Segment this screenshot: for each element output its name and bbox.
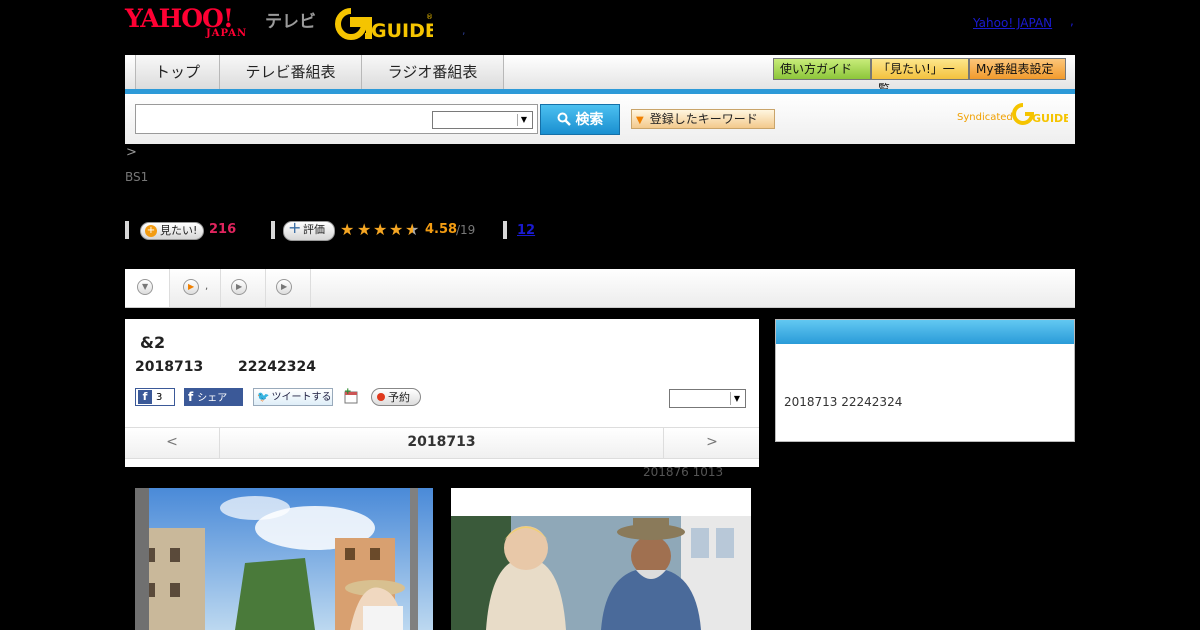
global-nav: トップ テレビ番組表 ラジオ番組表 使い方ガイド 「見たい!」一覧 My番組表設… [125, 55, 1075, 96]
tab-2[interactable]: ▶ , [170, 269, 221, 307]
header-link-separator: , [1070, 14, 1074, 28]
prev-date-button[interactable]: < [125, 428, 220, 458]
plus-icon: + [288, 218, 302, 237]
play-down-icon: ▼ [137, 279, 153, 295]
program-photo-2[interactable] [451, 488, 751, 630]
mitai-label: 見たい! [160, 224, 198, 237]
chevron-down-icon: ▼ [730, 392, 743, 405]
yahoo-japan-link[interactable]: Yahoo! JAPAN [973, 16, 1052, 30]
current-date: 2018713 [407, 434, 476, 450]
stat-divider [503, 221, 507, 239]
half-star-icon: ★ [405, 222, 413, 238]
facebook-like-button[interactable]: f3 [135, 388, 175, 406]
facebook-icon: f [188, 390, 194, 404]
rating-button[interactable]: + 評価 [283, 218, 335, 241]
star-icon: ★ [389, 220, 404, 239]
breadcrumb[interactable]: > [126, 145, 137, 160]
triangle-down-icon: ▼ [636, 115, 644, 126]
star-icon: ★ [373, 220, 388, 239]
content-tabs: ▼ ▶ , ▶ ▶ [125, 269, 1075, 308]
facebook-like-count: 3 [156, 392, 163, 403]
play-icon: ▶ [276, 279, 292, 295]
gguide-logo-text: GUIDE [371, 20, 433, 40]
side-panel-text: 2018713 22242324 [784, 395, 903, 409]
update-timestamp: 201876 1013 [643, 465, 724, 479]
play-icon: ▶ [231, 279, 247, 295]
search-area: ▼ 検索 ▼ 登録したキーワード Syndicated GUIDE [125, 94, 1075, 144]
star-icon: ★ [340, 220, 355, 239]
facebook-share-label: シェア [197, 393, 228, 404]
rating-value: 4.58 [425, 222, 458, 237]
usage-guide-button[interactable]: 使い方ガイド [773, 58, 871, 80]
tab-4[interactable]: ▶ [266, 269, 311, 307]
search-button-label: 検索 [575, 112, 604, 128]
tv-logo-text[interactable]: テレビ [265, 7, 316, 32]
saved-keywords-label: 登録したキーワード [649, 112, 758, 126]
yahoo-logo-japan: JAPAN [206, 28, 248, 39]
syndicated-gguide-logo: GUIDE [1012, 102, 1071, 126]
watchlist-button[interactable]: 「見たい!」一覧 [871, 58, 969, 96]
nav-tab-top[interactable]: トップ [136, 55, 220, 89]
channel-name: BS1 [125, 170, 149, 184]
program-photo-1[interactable] [135, 488, 433, 630]
stat-divider [271, 221, 275, 239]
plus-icon: + [145, 225, 157, 237]
program-info-panel: &2 2018713 22242324 f3 f シェア 🐦 ツイートする + 予約… [125, 319, 759, 467]
gguide-logo[interactable]: GUIDE ® [335, 8, 438, 42]
stat-divider [125, 221, 129, 239]
next-date-button[interactable]: > [663, 428, 760, 458]
syndicated-label: Syndicated [957, 112, 1013, 123]
svg-text:®: ® [426, 13, 433, 21]
reviews-link[interactable]: 12 [517, 223, 535, 238]
tweet-button[interactable]: 🐦 ツイートする [253, 388, 333, 406]
tab-3[interactable]: ▶ [221, 269, 266, 307]
reserve-label: 予約 [388, 391, 410, 404]
saved-keywords-button[interactable]: ▼ 登録したキーワード [631, 109, 775, 129]
twitter-bird-icon: 🐦 [257, 392, 270, 403]
date-navigation: < 2018713 > [125, 427, 759, 459]
svg-text:+: + [344, 388, 352, 397]
search-button[interactable]: 検索 [540, 104, 620, 135]
mitai-button[interactable]: + 見たい! [140, 222, 204, 240]
search-category-select[interactable]: ▼ [432, 111, 533, 129]
program-date: 2018713 [135, 359, 204, 375]
play-icon: ▶ [183, 279, 199, 295]
svg-text:GUIDE: GUIDE [1032, 112, 1068, 125]
facebook-icon: f [138, 390, 152, 404]
star-icon: ★ [357, 220, 372, 239]
rating-label: 評価 [303, 223, 325, 236]
mitai-count: 216 [209, 222, 237, 237]
program-time: 22242324 [238, 359, 316, 375]
record-dot-icon [377, 393, 385, 401]
nav-tab-radio-schedule[interactable]: ラジオ番組表 [362, 55, 504, 89]
tab-details[interactable]: ▼ [125, 269, 170, 307]
facebook-share-button[interactable]: f シェア [184, 388, 243, 406]
recorder-select[interactable]: ▼ [669, 389, 746, 408]
reserve-button[interactable]: 予約 [371, 388, 421, 406]
nav-tab-tv-schedule[interactable]: テレビ番組表 [220, 55, 362, 89]
rating-count: /19 [456, 223, 476, 237]
add-calendar-icon[interactable]: + [344, 387, 358, 404]
tweet-label: ツイートする [271, 392, 332, 403]
program-title: &2 [140, 333, 166, 352]
chevron-down-icon: ▼ [517, 114, 530, 126]
my-schedule-settings-button[interactable]: My番組表設定 [969, 58, 1066, 80]
side-panel: 2018713 22242324 [775, 319, 1075, 442]
header-separator: , [462, 24, 466, 37]
side-panel-header [776, 320, 1074, 344]
search-icon [557, 112, 576, 128]
